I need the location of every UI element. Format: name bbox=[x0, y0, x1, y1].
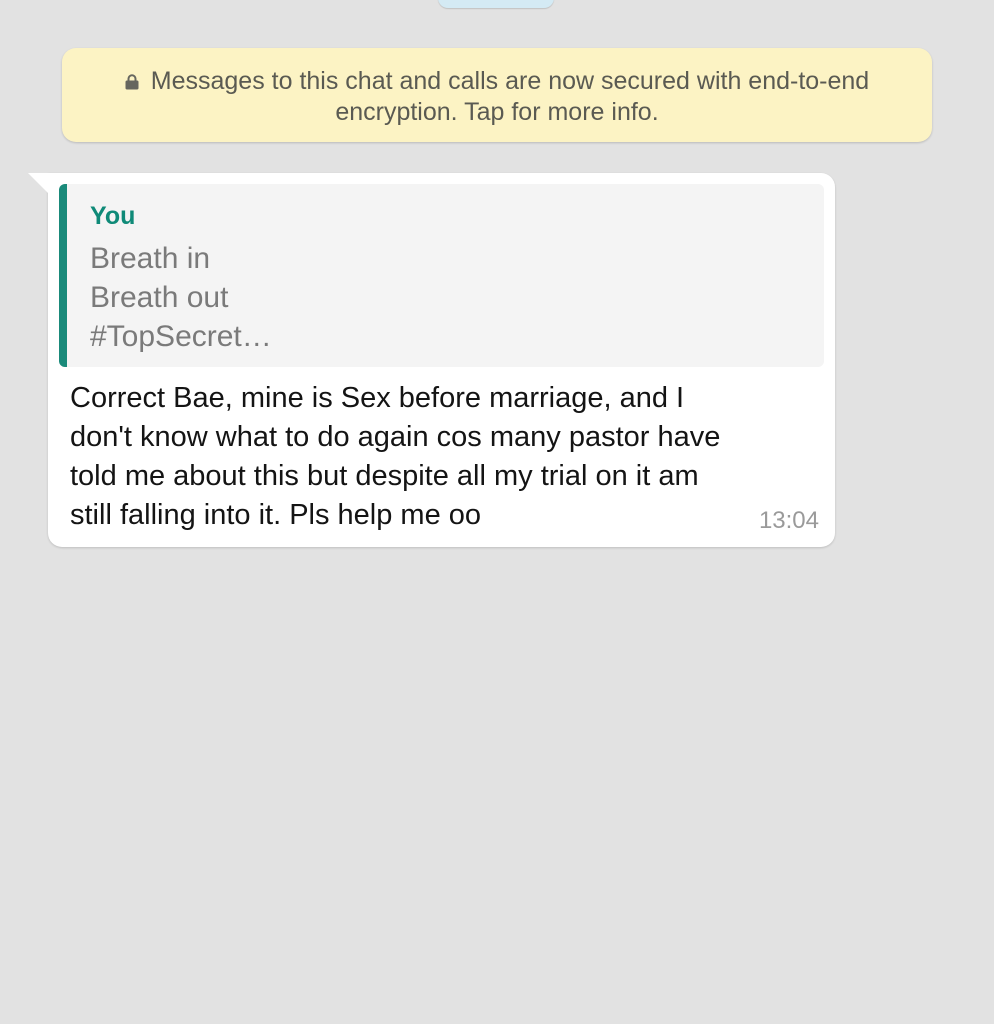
message-text: Correct Bae, mine is Sex before marriage… bbox=[70, 379, 820, 535]
message-bubble[interactable]: You Breath in Breath out #TopSecret… Cor… bbox=[28, 173, 835, 547]
message-line: don't know what to do again cos many pas… bbox=[70, 421, 721, 453]
message-line: still falling into it. Pls help me oo bbox=[70, 499, 482, 531]
message-timestamp: 13:04 bbox=[758, 507, 819, 534]
quoted-line: Breath out bbox=[90, 281, 229, 314]
message-line: Correct Bae, mine is Sex before marriage… bbox=[70, 382, 685, 414]
quoted-line: #TopSecret… bbox=[90, 320, 272, 353]
date-chip bbox=[438, 0, 554, 8]
quoted-message[interactable]: You Breath in Breath out #TopSecret… bbox=[59, 184, 824, 367]
encryption-notice-line-2: encryption. Tap for more info. bbox=[335, 98, 659, 126]
quoted-author: You bbox=[90, 202, 136, 230]
lock-icon bbox=[125, 74, 139, 90]
encryption-notice[interactable]: Messages to this chat and calls are now … bbox=[62, 48, 932, 142]
message-line: told me about this but despite all my tr… bbox=[70, 460, 699, 492]
encryption-notice-line-1: Messages to this chat and calls are now … bbox=[150, 67, 870, 95]
bubble-tail bbox=[28, 173, 50, 195]
quoted-line: Breath in bbox=[90, 242, 211, 275]
